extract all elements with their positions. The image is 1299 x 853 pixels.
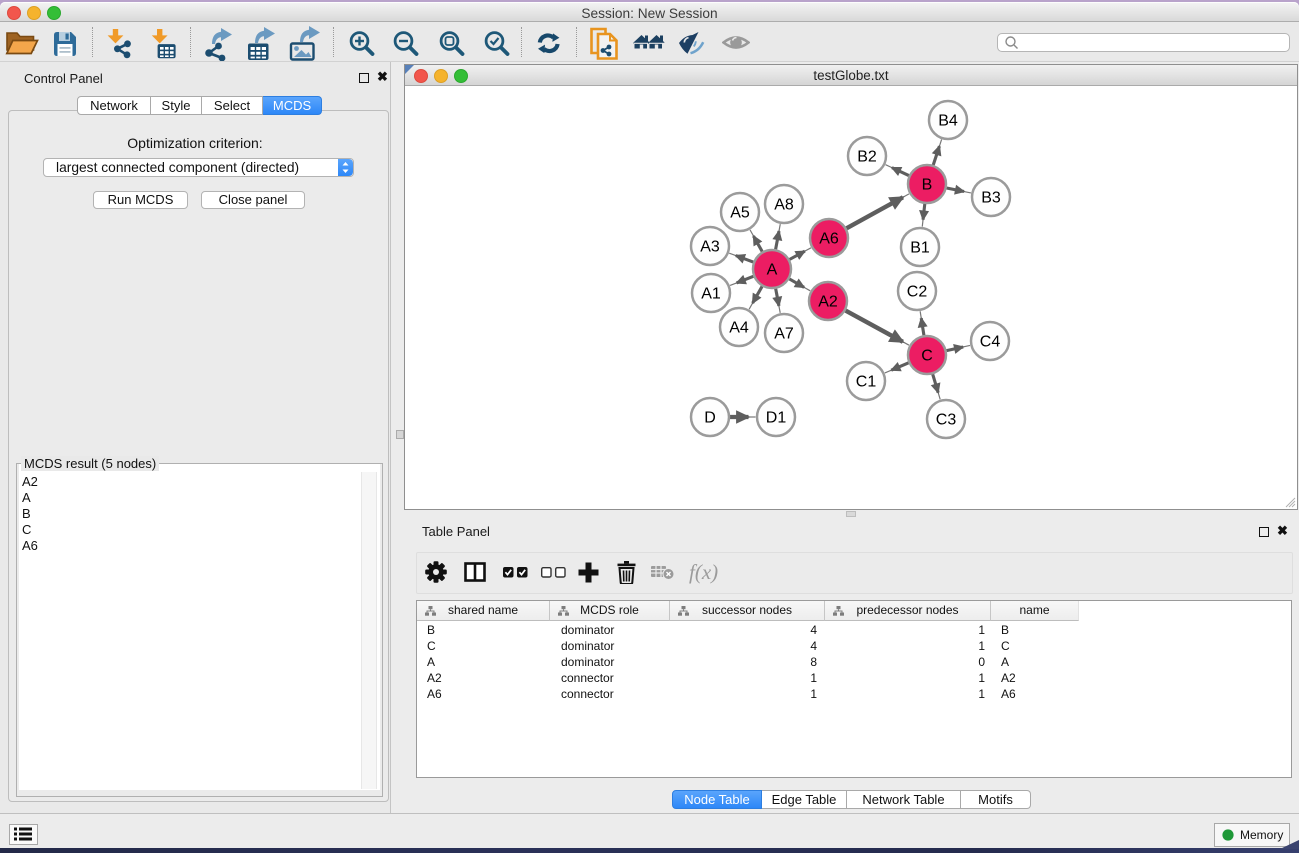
svg-text:C4: C4 bbox=[980, 334, 1001, 351]
svg-text:A1: A1 bbox=[701, 286, 721, 303]
svg-text:C: C bbox=[921, 348, 933, 365]
svg-text:A2: A2 bbox=[818, 294, 838, 311]
svg-text:C2: C2 bbox=[907, 284, 928, 301]
svg-text:B1: B1 bbox=[910, 240, 930, 257]
svg-text:B4: B4 bbox=[938, 113, 958, 130]
svg-text:D1: D1 bbox=[766, 410, 787, 427]
svg-text:A7: A7 bbox=[774, 326, 794, 343]
svg-text:A3: A3 bbox=[700, 239, 720, 256]
svg-text:A5: A5 bbox=[730, 205, 750, 222]
svg-text:C3: C3 bbox=[936, 412, 957, 429]
svg-text:B: B bbox=[922, 177, 933, 194]
svg-text:A4: A4 bbox=[729, 320, 749, 337]
svg-text:D: D bbox=[704, 410, 716, 427]
svg-text:A: A bbox=[767, 262, 778, 279]
svg-text:B2: B2 bbox=[857, 149, 877, 166]
svg-text:A8: A8 bbox=[774, 197, 794, 214]
svg-text:C1: C1 bbox=[856, 374, 877, 391]
svg-text:B3: B3 bbox=[981, 190, 1001, 207]
svg-text:A6: A6 bbox=[819, 231, 839, 248]
